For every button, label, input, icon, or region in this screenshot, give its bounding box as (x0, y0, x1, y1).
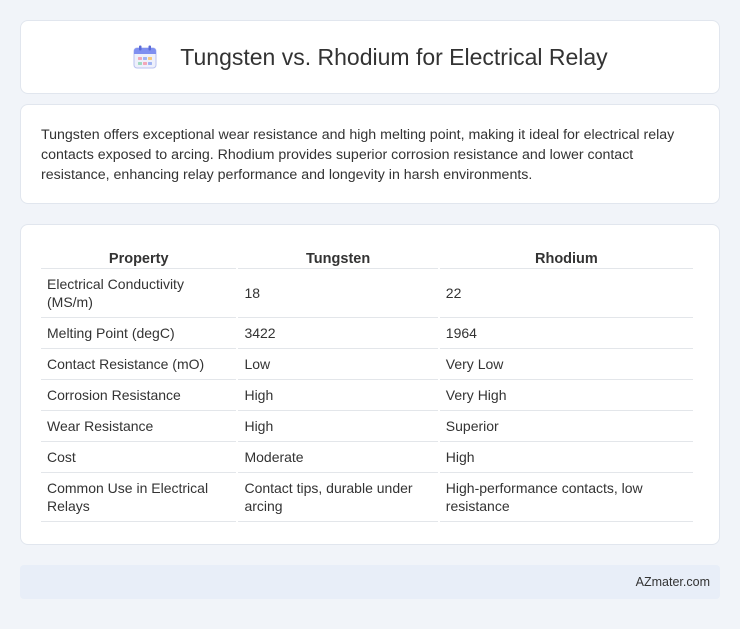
table-header-row: Property Tungsten Rhodium (41, 245, 693, 269)
table-cell: Superior (439, 411, 693, 442)
table-row: Contact Resistance (mO) Low Very Low (41, 349, 693, 380)
description-card: Tungsten offers exceptional wear resista… (20, 104, 720, 204)
table-cell: Contact tips, durable under arcing (238, 473, 438, 522)
table-card: Property Tungsten Rhodium Electrical Con… (20, 224, 720, 545)
description-text: Tungsten offers exceptional wear resista… (41, 127, 675, 183)
table-row: Wear Resistance High Superior (41, 411, 693, 442)
table-row: Corrosion Resistance High Very High (41, 380, 693, 411)
table-cell: Very High (439, 380, 693, 411)
table-cell: Corrosion Resistance (41, 380, 237, 411)
calendar-icon (132, 44, 158, 70)
page-title: Tungsten vs. Rhodium for Electrical Rela… (180, 43, 608, 70)
table-cell: High (439, 442, 693, 473)
table-cell: Moderate (238, 442, 438, 473)
footer: AZmater.com (20, 565, 720, 599)
title-wrap: Tungsten vs. Rhodium for Electrical Rela… (132, 43, 608, 71)
table-cell: Very Low (439, 349, 693, 380)
table-row: Common Use in Electrical Relays Contact … (41, 473, 693, 522)
table-cell: Electrical Conductivity (MS/m) (41, 269, 237, 318)
table-cell: High (238, 380, 438, 411)
table-cell: Common Use in Electrical Relays (41, 473, 237, 522)
table-row: Electrical Conductivity (MS/m) 18 22 (41, 269, 693, 318)
table-row: Cost Moderate High (41, 442, 693, 473)
footer-brand: AZmater.com (635, 575, 710, 589)
table-row: Melting Point (degC) 3422 1964 (41, 318, 693, 349)
header-rhodium: Rhodium (439, 245, 693, 269)
table-cell: 18 (238, 269, 438, 318)
table-cell: High-performance contacts, low resistanc… (439, 473, 693, 522)
table-cell: 3422 (238, 318, 438, 349)
table-cell: 22 (439, 269, 693, 318)
table-cell: Melting Point (degC) (41, 318, 237, 349)
table-cell: Cost (41, 442, 237, 473)
table-cell: 1964 (439, 318, 693, 349)
header-property: Property (41, 245, 237, 269)
table-cell: Low (238, 349, 438, 380)
table-cell: Wear Resistance (41, 411, 237, 442)
header-tungsten: Tungsten (238, 245, 438, 269)
table-cell: Contact Resistance (mO) (41, 349, 237, 380)
title-card: Tungsten vs. Rhodium for Electrical Rela… (20, 20, 720, 94)
table-cell: High (238, 411, 438, 442)
comparison-table: Property Tungsten Rhodium Electrical Con… (39, 245, 695, 522)
